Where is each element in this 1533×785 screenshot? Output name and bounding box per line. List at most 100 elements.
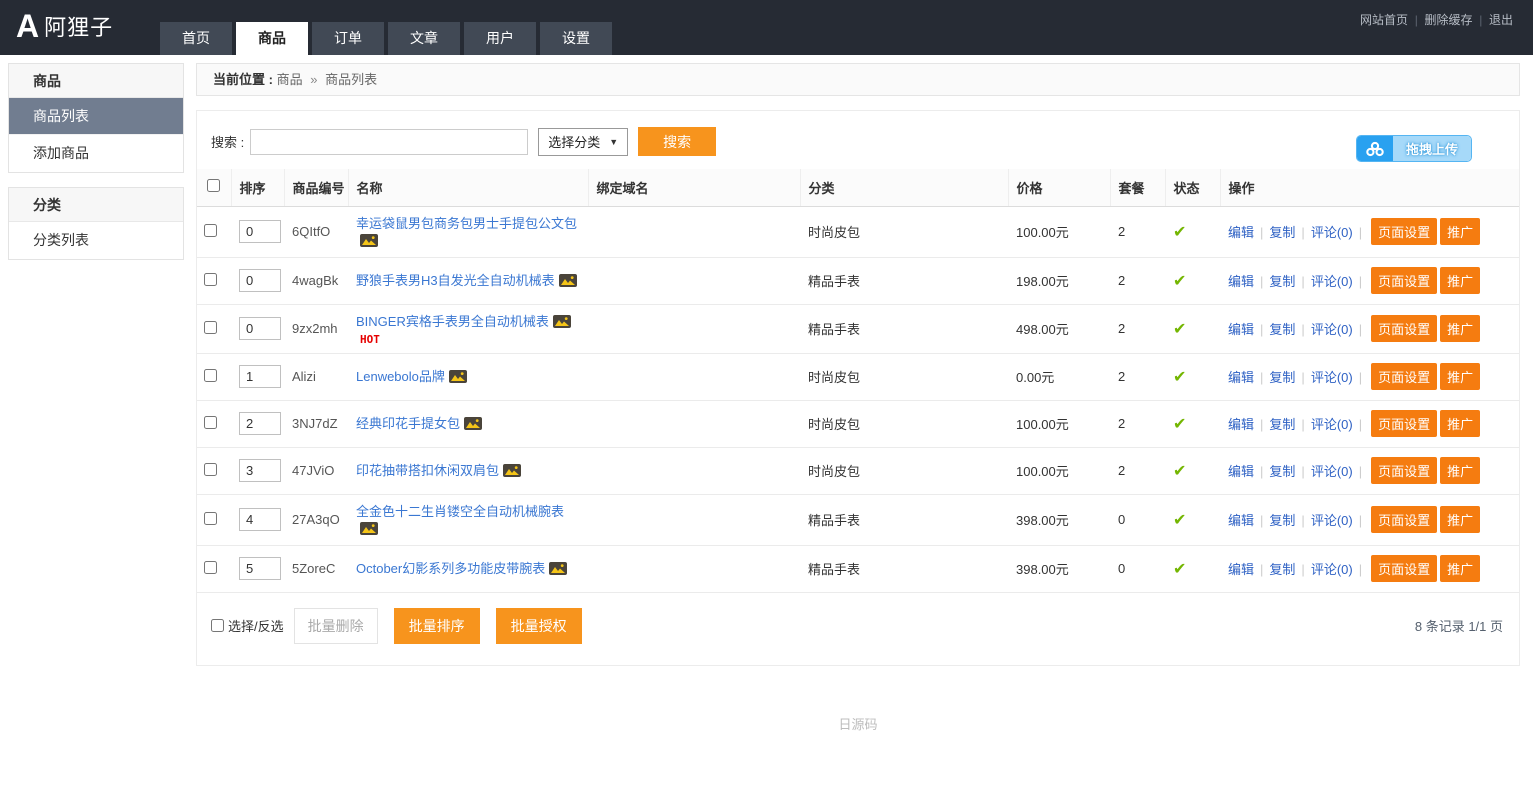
edit-link[interactable]: 编辑 (1228, 225, 1254, 240)
edit-link[interactable]: 编辑 (1228, 417, 1254, 432)
nav-tab[interactable]: 设置 (540, 22, 612, 55)
edit-link[interactable]: 编辑 (1228, 513, 1254, 528)
sort-input[interactable] (239, 459, 281, 482)
batch-delete-button[interactable]: 批量删除 (294, 608, 378, 644)
promote-button[interactable]: 推广 (1440, 555, 1480, 582)
promote-button[interactable]: 推广 (1440, 410, 1480, 437)
edit-link[interactable]: 编辑 (1228, 464, 1254, 479)
page-setup-button[interactable]: 页面设置 (1371, 363, 1437, 390)
copy-link[interactable]: 复制 (1269, 417, 1295, 432)
page-setup-button[interactable]: 页面设置 (1371, 218, 1437, 245)
product-name-link[interactable]: BINGER宾格手表男全自动机械表 (356, 314, 549, 329)
batch-auth-button[interactable]: 批量授权 (496, 608, 582, 644)
row-checkbox[interactable] (204, 369, 217, 382)
product-name-link[interactable]: Lenwebolo品牌 (356, 369, 445, 384)
product-name-link[interactable]: 幸运袋鼠男包商务包男士手提包公文包 (356, 216, 577, 231)
page-setup-button[interactable]: 页面设置 (1371, 267, 1437, 294)
header-category: 分类 (800, 169, 1008, 206)
page-setup-button[interactable]: 页面设置 (1371, 315, 1437, 342)
comment-link[interactable]: 评论(0) (1311, 562, 1353, 577)
status-ok-icon: ✔ (1173, 512, 1186, 529)
sort-input[interactable] (239, 412, 281, 435)
promote-button[interactable]: 推广 (1440, 267, 1480, 294)
topbar-link[interactable]: 网站首页 (1360, 11, 1408, 28)
row-checkbox[interactable] (204, 416, 217, 429)
page-setup-button[interactable]: 页面设置 (1371, 457, 1437, 484)
edit-link[interactable]: 编辑 (1228, 370, 1254, 385)
breadcrumb-page-link[interactable]: 商品列表 (325, 72, 377, 87)
promote-button[interactable]: 推广 (1440, 506, 1480, 533)
select-invert-checkbox[interactable] (211, 619, 224, 632)
promote-button[interactable]: 推广 (1440, 218, 1480, 245)
row-checkbox[interactable] (204, 224, 217, 237)
row-checkbox[interactable] (204, 561, 217, 574)
page-setup-button[interactable]: 页面设置 (1371, 555, 1437, 582)
edit-link[interactable]: 编辑 (1228, 322, 1254, 337)
promote-button[interactable]: 推广 (1440, 457, 1480, 484)
copy-link[interactable]: 复制 (1269, 370, 1295, 385)
copy-link[interactable]: 复制 (1269, 225, 1295, 240)
row-checkbox[interactable] (204, 321, 217, 334)
comment-link[interactable]: 评论(0) (1311, 513, 1353, 528)
copy-link[interactable]: 复制 (1269, 274, 1295, 289)
category-select[interactable]: 选择分类 ▼ (538, 128, 628, 156)
row-checkbox[interactable] (204, 463, 217, 476)
comment-link[interactable]: 评论(0) (1311, 274, 1353, 289)
comment-link[interactable]: 评论(0) (1311, 225, 1353, 240)
sort-input[interactable] (239, 508, 281, 531)
status-ok-icon: ✔ (1173, 321, 1186, 338)
product-name-link[interactable]: 印花抽带搭扣休闲双肩包 (356, 463, 499, 478)
row-checkbox[interactable] (204, 273, 217, 286)
topbar-link[interactable]: 删除缓存 (1408, 11, 1472, 28)
op-separator: | (1359, 370, 1362, 385)
page-setup-button[interactable]: 页面设置 (1371, 506, 1437, 533)
copy-link[interactable]: 复制 (1269, 562, 1295, 577)
topbar-link[interactable]: 退出 (1473, 11, 1513, 28)
search-input[interactable] (250, 129, 528, 155)
batch-sort-button[interactable]: 批量排序 (394, 608, 480, 644)
nav-tab[interactable]: 商品 (236, 22, 308, 55)
sort-input[interactable] (239, 220, 281, 243)
sidebar-item[interactable]: 分类列表 (9, 222, 183, 259)
nav-tab[interactable]: 文章 (388, 22, 460, 55)
drag-upload-button[interactable]: 拖拽上传 (1356, 135, 1472, 162)
price-value: 398.00元 (1016, 562, 1069, 577)
sort-input[interactable] (239, 269, 281, 292)
category-value: 精品手表 (808, 274, 860, 289)
promote-button[interactable]: 推广 (1440, 363, 1480, 390)
product-name-link[interactable]: 野狼手表男H3自发光全自动机械表 (356, 273, 555, 288)
comment-link[interactable]: 评论(0) (1311, 370, 1353, 385)
breadcrumb-section-link[interactable]: 商品 (277, 72, 303, 87)
copy-link[interactable]: 复制 (1269, 322, 1295, 337)
category-value: 时尚皮包 (808, 370, 860, 385)
promote-button[interactable]: 推广 (1440, 315, 1480, 342)
comment-link[interactable]: 评论(0) (1311, 322, 1353, 337)
comment-link[interactable]: 评论(0) (1311, 417, 1353, 432)
nav-tab[interactable]: 首页 (160, 22, 232, 55)
package-value: 0 (1118, 561, 1125, 576)
table-row: 27A3qO 全金色十二生肖镂空全自动机械腕表HOT 精品手表 398.00元 … (197, 494, 1519, 545)
sidebar-item[interactable]: 添加商品 (9, 135, 183, 172)
sort-input[interactable] (239, 317, 281, 340)
sort-input[interactable] (239, 365, 281, 388)
nav-tab[interactable]: 用户 (464, 22, 536, 55)
sort-input[interactable] (239, 557, 281, 580)
page-setup-button[interactable]: 页面设置 (1371, 410, 1437, 437)
copy-link[interactable]: 复制 (1269, 513, 1295, 528)
select-all-checkbox[interactable] (207, 179, 220, 192)
product-name-link[interactable]: 经典印花手提女包 (356, 416, 460, 431)
price-value: 398.00元 (1016, 513, 1069, 528)
edit-link[interactable]: 编辑 (1228, 562, 1254, 577)
op-separator: | (1301, 513, 1304, 528)
edit-link[interactable]: 编辑 (1228, 274, 1254, 289)
nav-tab[interactable]: 订单 (312, 22, 384, 55)
product-name-link[interactable]: 全金色十二生肖镂空全自动机械腕表 (356, 504, 564, 519)
row-checkbox[interactable] (204, 512, 217, 525)
comment-link[interactable]: 评论(0) (1311, 464, 1353, 479)
product-image-icon (360, 522, 378, 538)
sidebar-item[interactable]: 商品列表 (9, 98, 183, 135)
product-name-link[interactable]: October幻影系列多功能皮带腕表 (356, 561, 545, 576)
copy-link[interactable]: 复制 (1269, 464, 1295, 479)
price-value: 100.00元 (1016, 417, 1069, 432)
search-button[interactable]: 搜索 (638, 127, 716, 156)
